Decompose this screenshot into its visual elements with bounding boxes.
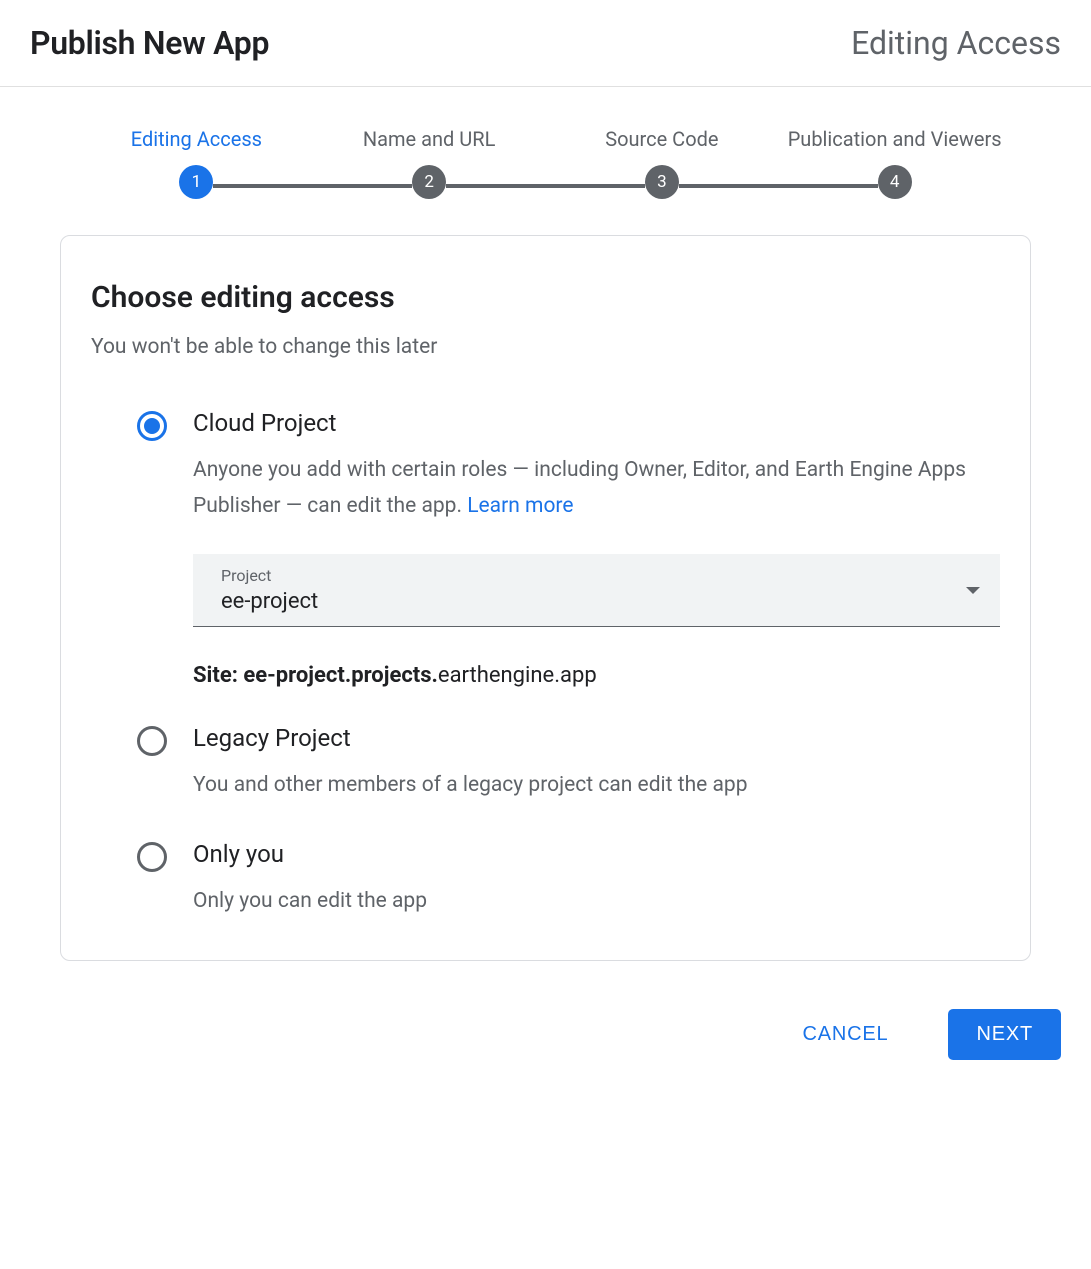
step-editing-access[interactable]: Editing Access 1: [80, 127, 313, 199]
option-legacy-project: Legacy Project You and other members of …: [91, 724, 1000, 804]
project-select[interactable]: Project ee-project: [193, 554, 1000, 627]
dialog-step-name: Editing Access: [851, 24, 1061, 62]
project-select-value: ee-project: [221, 589, 318, 614]
next-button[interactable]: NEXT: [948, 1009, 1061, 1060]
card-subtitle: You won't be able to change this later: [91, 335, 1000, 359]
learn-more-link[interactable]: Learn more: [467, 494, 573, 518]
option-title: Legacy Project: [193, 724, 1000, 752]
radio-legacy-project[interactable]: [137, 726, 167, 756]
cancel-button[interactable]: CANCEL: [775, 1009, 917, 1060]
step-name-url[interactable]: Name and URL 2: [313, 127, 546, 199]
project-select-label: Project: [221, 566, 318, 585]
stepper: Editing Access 1 Name and URL 2 Source C…: [60, 127, 1031, 199]
step-label: Editing Access: [131, 127, 262, 151]
option-description: Only you can edit the app: [193, 884, 1000, 920]
option-description: You and other members of a legacy projec…: [193, 768, 1000, 804]
option-cloud-project: Cloud Project Anyone you add with certai…: [91, 409, 1000, 688]
option-title: Cloud Project: [193, 409, 1000, 437]
chevron-down-icon: [966, 587, 980, 594]
step-number-icon: 1: [179, 165, 213, 199]
dialog-footer: CANCEL NEXT: [0, 981, 1091, 1090]
step-label: Name and URL: [363, 127, 495, 151]
step-label: Publication and Viewers: [788, 127, 1002, 151]
dialog-title: Publish New App: [30, 24, 269, 62]
step-publication-viewers[interactable]: Publication and Viewers 4: [778, 127, 1011, 199]
radio-only-you[interactable]: [137, 842, 167, 872]
editing-access-card: Choose editing access You won't be able …: [60, 235, 1031, 961]
step-number-icon: 3: [645, 165, 679, 199]
step-source-code[interactable]: Source Code 3: [546, 127, 779, 199]
step-label: Source Code: [605, 127, 718, 151]
dialog-header: Publish New App Editing Access: [0, 0, 1091, 87]
step-number-icon: 4: [878, 165, 912, 199]
step-number-icon: 2: [412, 165, 446, 199]
option-only-you: Only you Only you can edit the app: [91, 840, 1000, 920]
card-title: Choose editing access: [91, 280, 1000, 315]
option-title: Only you: [193, 840, 1000, 868]
option-description: Anyone you add with certain roles — incl…: [193, 453, 1000, 524]
radio-cloud-project[interactable]: [137, 411, 167, 441]
site-url: Site: ee-project.projects.earthengine.ap…: [193, 663, 1000, 688]
